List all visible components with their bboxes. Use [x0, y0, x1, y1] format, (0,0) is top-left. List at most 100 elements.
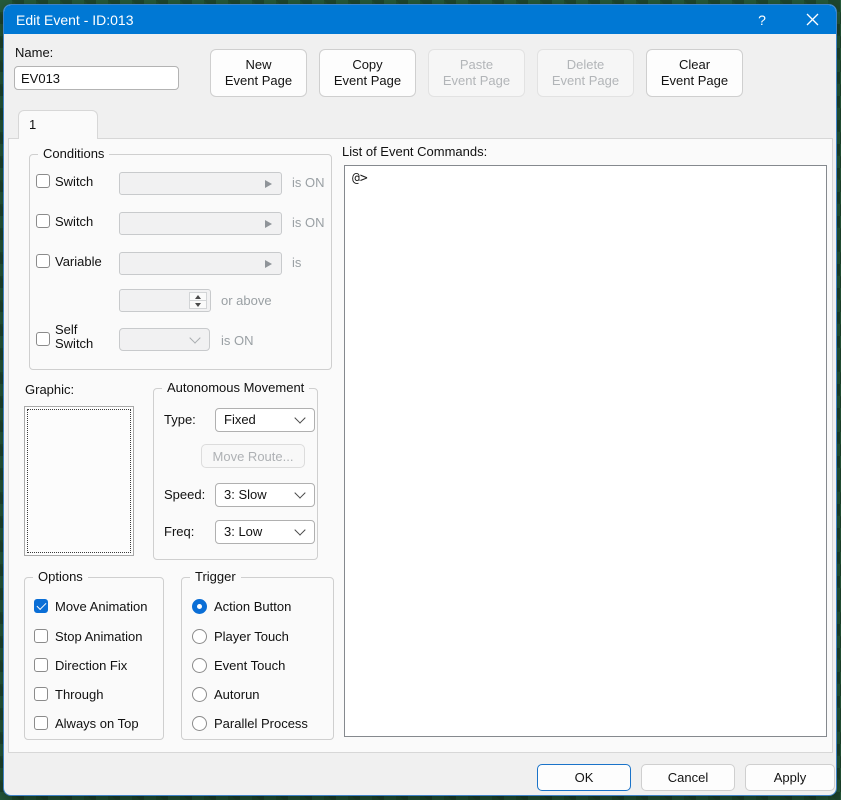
self-switch-checkbox[interactable]: [36, 332, 50, 346]
titlebar: Edit Event - ID:013 ?: [4, 5, 836, 34]
speed-label: Speed:: [164, 487, 205, 502]
type-label: Type:: [164, 412, 196, 427]
options-group-title: Options: [33, 569, 88, 584]
spinner-down-button[interactable]: [190, 300, 206, 308]
switch1-select[interactable]: [119, 172, 282, 195]
graphic-selection-frame: [27, 409, 131, 553]
radio-icon: [192, 687, 207, 702]
spinner-buttons: [189, 292, 207, 309]
name-input[interactable]: [14, 66, 179, 90]
options-group: Options Move Animation Stop Animation Di…: [24, 577, 164, 740]
switch2-suffix: is ON: [292, 215, 325, 230]
chevron-down-icon: [294, 487, 305, 498]
switch2-checkbox[interactable]: [36, 214, 50, 228]
trigger-group: Trigger Action Button Player Touch Event…: [181, 577, 334, 740]
ok-button[interactable]: OK: [537, 764, 631, 791]
spinner-down-icon: [195, 303, 201, 307]
clear-event-page-button[interactable]: Clear Event Page: [646, 49, 743, 97]
new-event-page-button[interactable]: New Event Page: [210, 49, 307, 97]
chevron-down-icon: [189, 332, 200, 343]
paste-event-page-button[interactable]: Paste Event Page: [428, 49, 525, 97]
option-label: Stop Animation: [55, 629, 142, 644]
checkbox-move-animation[interactable]: Move Animation: [34, 598, 148, 614]
copy-event-page-button[interactable]: Copy Event Page: [319, 49, 416, 97]
close-icon: [806, 13, 819, 26]
checkbox-checked-icon: [34, 599, 48, 613]
checkbox-always-on-top[interactable]: Always on Top: [34, 715, 139, 731]
trigger-label: Action Button: [214, 599, 291, 614]
spinner-up-button[interactable]: [190, 293, 206, 300]
trigger-label: Player Touch: [214, 629, 289, 644]
delete-event-page-button[interactable]: Delete Event Page: [537, 49, 634, 97]
freq-label: Freq:: [164, 524, 194, 539]
event-commands-list[interactable]: @>: [344, 165, 827, 737]
radio-event-touch[interactable]: Event Touch: [192, 657, 285, 673]
checkbox-icon: [34, 716, 48, 730]
self-switch-suffix: is ON: [221, 333, 254, 348]
check-icon: [36, 600, 46, 610]
freq-dropdown[interactable]: 3: Low: [215, 520, 315, 544]
edit-event-dialog: Edit Event - ID:013 ? Name: New Event Pa…: [3, 4, 837, 796]
radio-player-touch[interactable]: Player Touch: [192, 628, 289, 644]
trigger-label: Autorun: [214, 687, 260, 702]
graphic-label: Graphic:: [25, 382, 74, 397]
radio-parallel-process[interactable]: Parallel Process: [192, 715, 308, 731]
checkbox-through[interactable]: Through: [34, 686, 103, 702]
switch1-suffix: is ON: [292, 175, 325, 190]
autonomous-movement-group: Autonomous Movement Type: Fixed Move Rou…: [153, 388, 318, 560]
cancel-button[interactable]: Cancel: [641, 764, 735, 791]
window-title: Edit Event - ID:013: [4, 12, 134, 28]
variable-select[interactable]: [119, 252, 282, 275]
switch1-checkbox[interactable]: [36, 174, 50, 188]
radio-selected-icon: [192, 599, 207, 614]
type-dropdown[interactable]: Fixed: [215, 408, 315, 432]
self-switch-label: Self Switch: [55, 323, 93, 351]
arrow-right-icon: [265, 220, 272, 228]
chevron-down-icon: [294, 412, 305, 423]
apply-button[interactable]: Apply: [745, 764, 835, 791]
close-button[interactable]: [790, 5, 834, 34]
switch2-select[interactable]: [119, 212, 282, 235]
speed-value: 3: Slow: [224, 487, 267, 502]
variable-checkbox[interactable]: [36, 254, 50, 268]
option-label: Move Animation: [55, 599, 148, 614]
type-value: Fixed: [224, 412, 256, 427]
tab-page-1[interactable]: 1: [18, 110, 98, 139]
radio-autorun[interactable]: Autorun: [192, 686, 260, 702]
checkbox-icon: [34, 629, 48, 643]
event-command-line[interactable]: @>: [345, 166, 826, 186]
name-label: Name:: [15, 45, 53, 60]
trigger-label: Parallel Process: [214, 716, 308, 731]
variable-threshold-suffix: or above: [221, 293, 272, 308]
help-button[interactable]: ?: [740, 5, 784, 34]
switch1-label: Switch: [55, 174, 93, 189]
checkbox-stop-animation[interactable]: Stop Animation: [34, 628, 142, 644]
autonomous-movement-title: Autonomous Movement: [162, 380, 309, 395]
variable-amount-spinner[interactable]: [119, 289, 211, 312]
radio-action-button[interactable]: Action Button: [192, 598, 291, 614]
move-route-button[interactable]: Move Route...: [201, 444, 305, 468]
radio-icon: [192, 629, 207, 644]
arrow-right-icon: [265, 180, 272, 188]
event-commands-label: List of Event Commands:: [342, 144, 487, 159]
map-background: Edit Event - ID:013 ? Name: New Event Pa…: [0, 0, 841, 800]
chevron-down-icon: [294, 524, 305, 535]
variable-suffix: is: [292, 255, 301, 270]
variable-label: Variable: [55, 254, 102, 269]
tab-page-content: Conditions Switch is ON Switch is ON Var…: [8, 138, 833, 753]
spinner-up-icon: [195, 295, 201, 299]
arrow-right-icon: [265, 260, 272, 268]
option-label: Through: [55, 687, 103, 702]
trigger-label: Event Touch: [214, 658, 285, 673]
self-switch-select[interactable]: [119, 328, 210, 351]
checkbox-icon: [34, 687, 48, 701]
checkbox-direction-fix[interactable]: Direction Fix: [34, 657, 127, 673]
switch2-label: Switch: [55, 214, 93, 229]
graphic-picker[interactable]: [24, 406, 134, 556]
radio-icon: [192, 716, 207, 731]
option-label: Direction Fix: [55, 658, 127, 673]
option-label: Always on Top: [55, 716, 139, 731]
speed-dropdown[interactable]: 3: Slow: [215, 483, 315, 507]
conditions-group: Conditions Switch is ON Switch is ON Var…: [29, 154, 332, 370]
trigger-group-title: Trigger: [190, 569, 241, 584]
